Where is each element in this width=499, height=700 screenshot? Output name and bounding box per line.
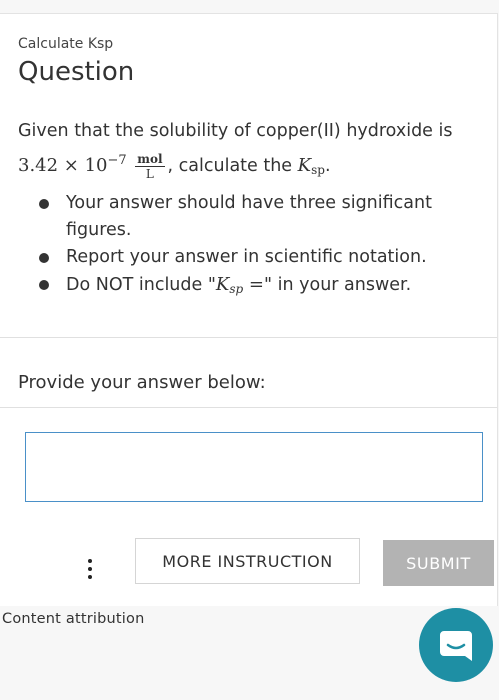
unit-fraction: mol L [135,151,165,181]
divider [0,407,497,408]
ksp-subscript: sp [311,162,325,177]
unit-numerator: mol [135,151,165,167]
answer-input[interactable] [25,432,483,502]
instruction-list: Your answer should have three significan… [36,190,476,303]
question-card: Calculate Ksp Question Given that the so… [0,13,498,606]
list-item: Your answer should have three significan… [36,190,476,244]
question-stem: Given that the solubility of copper(II) … [18,117,488,185]
list-item: Report your answer in scientific notatio… [36,244,476,271]
more-instruction-button[interactable]: MORE INSTRUCTION [135,538,360,584]
question-end: . [324,155,331,176]
question-eyebrow: Calculate Ksp [18,36,114,52]
unit-denominator: L [145,166,154,181]
solubility-exponent: −7 [107,153,127,168]
bullet-icon [39,253,49,263]
chat-bubble-icon-glyph [440,631,472,661]
submit-button[interactable]: SUBMIT [383,540,494,586]
chat-bubble-icon[interactable] [419,608,493,682]
list-item: Do NOT include "Ksp =" in your answer. [36,271,476,303]
ksp-symbol: K [297,154,312,176]
answer-prompt: Provide your answer below: [18,372,266,393]
solubility-value: 3.42 × 10 [18,154,108,176]
page-title: Question [18,57,135,87]
divider [0,337,497,338]
question-tail: , calculate the [167,155,298,176]
question-intro: Given that the solubility of copper(II) … [18,121,453,141]
content-attribution-link[interactable]: Content attribution [2,611,145,627]
bullet-icon [39,280,49,290]
bullet-icon [39,199,49,209]
more-vertical-icon[interactable] [86,559,94,585]
